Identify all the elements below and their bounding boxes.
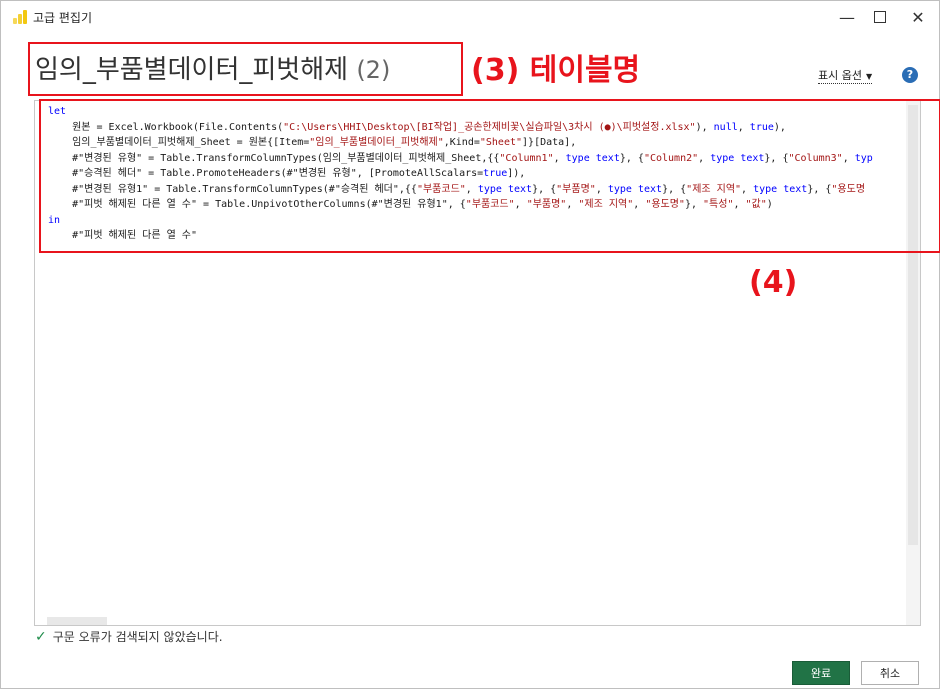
syntax-status-message: 구문 오류가 검색되지 않았습니다. [52,630,223,644]
maximize-button[interactable] [866,5,894,29]
done-button[interactable]: 완료 [792,661,850,685]
horizontal-scrollbar[interactable] [47,617,107,625]
minimize-icon: — [839,7,855,27]
annotation-box-3 [28,42,463,96]
display-options-dropdown[interactable]: 표시 옵션 ▼ [818,67,873,84]
title-bar: 고급 편집기 — ✕ [1,1,939,33]
syntax-status: ✓ 구문 오류가 검색되지 않았습니다. [35,628,223,645]
help-icon[interactable]: ? [902,67,918,83]
advanced-editor-window: 고급 편집기 — ✕ 임의_부품별데이터_피벗해제 (2) (3) 테이블명 표… [0,0,940,689]
annotation-label-3: (3) 테이블명 [471,53,641,88]
power-bi-app-icon [11,9,27,25]
check-icon: ✓ [35,629,47,645]
annotation-box-4 [39,99,940,253]
cancel-button[interactable]: 취소 [861,661,919,685]
maximize-icon [874,11,886,23]
chevron-down-icon: ▼ [865,72,873,81]
annotation-label-4: (4) [749,265,798,300]
close-button[interactable]: ✕ [904,5,932,29]
display-options-label: 표시 옵션 [818,69,862,82]
minimize-button[interactable]: — [833,5,861,29]
close-icon: ✕ [911,7,925,27]
window-title: 고급 편집기 [33,11,93,25]
